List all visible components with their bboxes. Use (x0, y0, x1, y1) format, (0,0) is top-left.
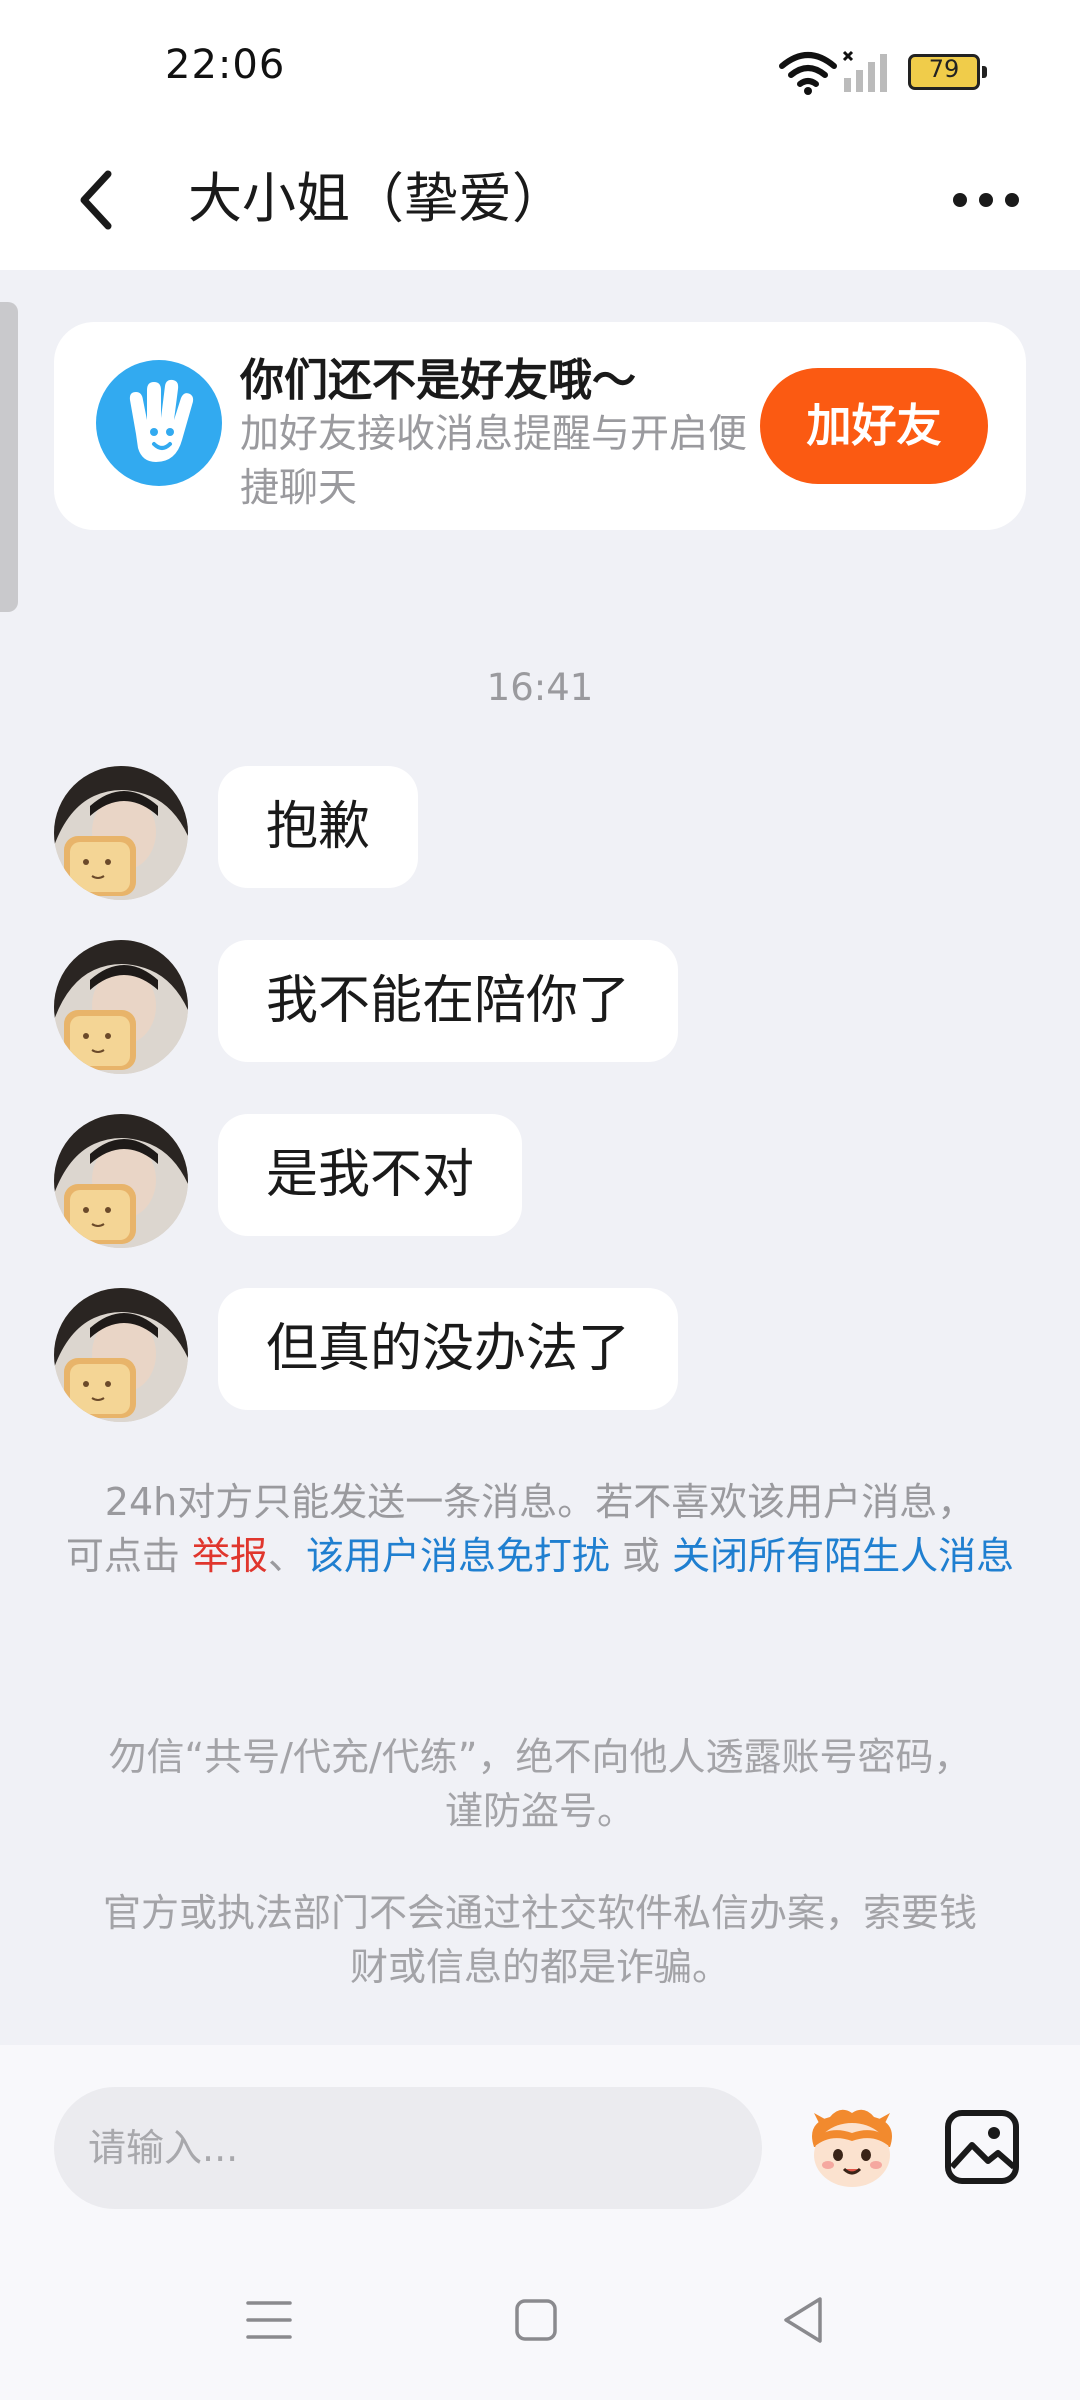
status-time: 22:06 (165, 42, 286, 88)
message-timestamp: 16:41 (486, 666, 594, 709)
image-icon[interactable] (944, 2109, 1020, 2185)
status-bar: 22:06 79 (0, 0, 1080, 140)
message-bubble[interactable]: 抱歉 (218, 766, 419, 888)
scrollbar[interactable] (0, 302, 18, 612)
wifi-icon (779, 52, 837, 95)
back-icon[interactable] (780, 2295, 826, 2345)
chat-header: 大小姐（挚爱） (0, 140, 1080, 270)
message-row: 是我不对 (0, 1114, 1080, 1248)
close-strangers-link[interactable]: 关闭所有陌生人消息 (672, 1534, 1014, 1578)
mute-user-link[interactable]: 该用户消息免打扰 (306, 1534, 610, 1578)
battery-level: 79 (928, 55, 960, 83)
waving-hand-icon (96, 360, 222, 486)
back-arrow-icon[interactable] (70, 160, 120, 240)
battery-icon: 79 (908, 54, 987, 90)
add-friend-button[interactable]: 加好友 (760, 368, 988, 484)
message-row: 但真的没办法了 (0, 1288, 1080, 1422)
avatar[interactable] (54, 766, 188, 900)
avatar[interactable] (54, 940, 188, 1074)
card-subtitle: 加好友接收消息提醒与开启便捷聊天 (240, 412, 748, 511)
safety-warning-fraud: 官方或执法部门不会通过社交软件私信办案，索要钱财或信息的都是诈骗。 (102, 1891, 977, 1989)
chat-title: 大小姐（挚爱） (188, 167, 566, 230)
stranger-message-notice: 24h对方只能发送一条消息。若不喜欢该用户消息， 可点击 举报、该用户消息免打扰… (60, 1475, 1020, 1583)
message-bubble[interactable]: 是我不对 (218, 1114, 523, 1236)
notice-prefix: 可点击 (65, 1534, 192, 1578)
card-title: 你们还不是好友哦～ (240, 355, 636, 406)
avatar[interactable] (54, 1114, 188, 1248)
message-row: 我不能在陪你了 (0, 940, 1080, 1074)
add-friend-card: 你们还不是好友哦～ 加好友接收消息提醒与开启便捷聊天 加好友 (54, 322, 1026, 530)
input-bar (0, 2045, 1080, 2245)
notice-separator: 、 (267, 1534, 306, 1578)
system-navigation-bar (0, 2245, 1080, 2400)
avatar[interactable] (54, 1288, 188, 1422)
message-bubble[interactable]: 我不能在陪你了 (218, 940, 679, 1062)
emoji-sticker-icon[interactable] (800, 2103, 904, 2193)
notice-line: 24h对方只能发送一条消息。若不喜欢该用户消息， (104, 1480, 976, 1524)
notice-or: 或 (609, 1534, 673, 1578)
message-row: 抱歉 (0, 766, 1080, 900)
report-link[interactable]: 举报 (192, 1534, 268, 1578)
chat-area[interactable]: 你们还不是好友哦～ 加好友接收消息提醒与开启便捷聊天 加好友 16:41 抱歉 (0, 270, 1080, 2045)
home-icon[interactable] (514, 2297, 558, 2343)
message-input[interactable] (54, 2087, 762, 2209)
message-bubble[interactable]: 但真的没办法了 (218, 1288, 679, 1410)
menu-icon[interactable] (246, 2297, 292, 2343)
more-options-icon[interactable] (950, 180, 1022, 220)
safety-warning-account: 勿信“共号/代充/代练”，绝不向他人透露账号密码，谨防盗号。 (108, 1735, 972, 1833)
signal-icon (842, 50, 887, 92)
